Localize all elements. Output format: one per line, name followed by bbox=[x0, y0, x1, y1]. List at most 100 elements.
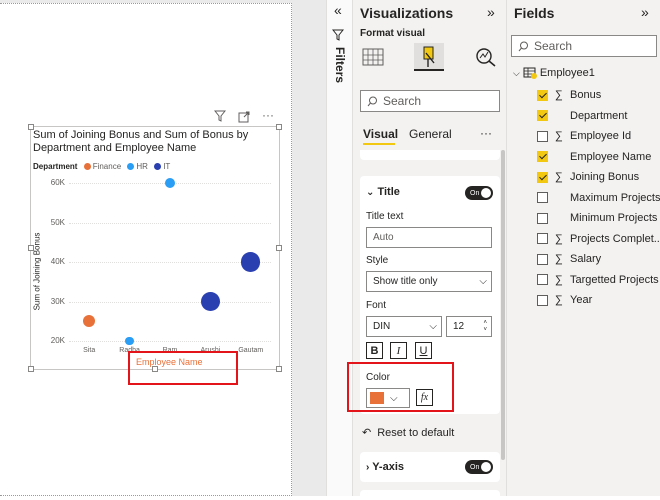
field-item[interactable]: Employee Name bbox=[537, 148, 651, 166]
chevron-down-icon: ⌵ bbox=[513, 67, 520, 78]
title-toggle[interactable]: On bbox=[465, 186, 493, 200]
chevron-right-icon[interactable]: » bbox=[487, 4, 495, 20]
resize-handle[interactable] bbox=[28, 245, 34, 251]
filter-icon[interactable] bbox=[213, 110, 227, 125]
field-label: Projects Complet... bbox=[570, 232, 660, 245]
field-checkbox[interactable] bbox=[537, 110, 548, 121]
title-toggle-label: On bbox=[470, 189, 480, 197]
font-size-value: 12 bbox=[453, 321, 465, 332]
field-checkbox[interactable] bbox=[537, 212, 548, 224]
previous-card bbox=[360, 150, 500, 160]
y-axis-section-header[interactable]: › Y-axis bbox=[366, 461, 404, 473]
table-node-employee1[interactable]: ⌵ Employee1 bbox=[513, 67, 595, 79]
search-icon bbox=[518, 41, 528, 51]
fields-pane: Fields » Search ⌵ Employee1 ∑ Bonus Depart… bbox=[506, 0, 660, 496]
scatter-chart-visual[interactable]: Sum of Joining Bonus and Sum of Bonus by… bbox=[28, 124, 282, 372]
reset-to-default-button[interactable]: ↶ Reset to default bbox=[362, 426, 455, 440]
x-tick-label: Gautam bbox=[238, 347, 264, 354]
data-point-hr-ram[interactable] bbox=[164, 177, 176, 189]
field-item[interactable]: ∑ Targetted Projects bbox=[537, 271, 659, 289]
data-point-it-arushi[interactable] bbox=[200, 291, 220, 312]
underline-button[interactable]: U bbox=[415, 342, 432, 359]
field-item[interactable]: Maximum Projects bbox=[537, 189, 660, 207]
field-item[interactable]: ∑ Bonus bbox=[537, 86, 601, 104]
field-checkbox[interactable] bbox=[537, 89, 548, 101]
chevron-down-icon: ⌵ bbox=[479, 276, 487, 287]
font-label: Font bbox=[366, 300, 387, 311]
field-item[interactable]: ∑ Joining Bonus bbox=[537, 168, 639, 186]
field-checkbox[interactable] bbox=[537, 130, 548, 142]
field-item[interactable]: Department bbox=[537, 107, 627, 125]
field-label: Employee Id bbox=[570, 130, 632, 142]
reset-label: Reset to default bbox=[377, 426, 455, 439]
title-text-input[interactable]: Auto bbox=[366, 227, 492, 248]
data-point-finance-sita[interactable] bbox=[83, 315, 96, 328]
field-checkbox[interactable] bbox=[537, 294, 548, 306]
sigma-icon: ∑ bbox=[555, 294, 563, 306]
sigma-icon: ∑ bbox=[555, 130, 563, 142]
field-checkbox[interactable] bbox=[537, 151, 548, 162]
more-options-icon[interactable]: ··· bbox=[480, 126, 492, 140]
tab-visual[interactable]: Visual bbox=[363, 127, 398, 141]
field-checkbox[interactable] bbox=[537, 192, 548, 203]
table-name: Employee1 bbox=[539, 67, 595, 79]
format-visual-tab[interactable] bbox=[414, 43, 444, 71]
field-checkbox[interactable] bbox=[537, 233, 548, 244]
sigma-icon: ∑ bbox=[555, 253, 563, 265]
field-item[interactable]: Minimum Projects bbox=[537, 209, 657, 227]
sigma-icon: ∑ bbox=[555, 89, 563, 101]
field-checkbox[interactable] bbox=[537, 253, 548, 265]
gridline bbox=[69, 341, 271, 342]
font-size-stepper[interactable]: 12 ˄ ˅ bbox=[446, 316, 492, 337]
stepper-arrows-icon[interactable]: ˄ ˅ bbox=[483, 320, 487, 334]
highlight-box-color bbox=[347, 362, 454, 412]
analytics-icon[interactable] bbox=[475, 47, 497, 72]
x-tick-label: Sita bbox=[83, 347, 96, 354]
search-icon bbox=[367, 96, 377, 106]
filters-label[interactable]: Filters bbox=[333, 47, 347, 83]
y-tick-label: 40K bbox=[50, 257, 65, 266]
scrollbar[interactable] bbox=[501, 150, 505, 460]
field-item[interactable]: ∑ Employee Id bbox=[537, 127, 631, 145]
field-checkbox[interactable] bbox=[537, 171, 548, 183]
data-point-hr-radha[interactable] bbox=[125, 336, 134, 346]
viz-search-placeholder: Search bbox=[383, 94, 422, 108]
style-select[interactable]: Show title only ⌵ bbox=[366, 271, 492, 292]
field-label: Bonus bbox=[570, 89, 602, 101]
chevron-right-icon[interactable]: » bbox=[641, 4, 649, 20]
filters-pane-collapsed[interactable]: « Filters bbox=[326, 0, 352, 496]
italic-button[interactable]: I bbox=[390, 342, 407, 359]
field-label: Targetted Projects bbox=[570, 273, 659, 286]
field-item[interactable]: ∑ Salary bbox=[537, 250, 601, 268]
field-label: Employee Name bbox=[570, 150, 652, 163]
y-axis-toggle[interactable]: On bbox=[465, 460, 493, 474]
resize-handle[interactable] bbox=[28, 124, 34, 130]
gridline bbox=[69, 301, 271, 303]
fields-search-input[interactable]: Search bbox=[511, 35, 657, 57]
field-label: Department bbox=[570, 109, 628, 122]
resize-handle[interactable] bbox=[276, 245, 282, 251]
field-checkbox[interactable] bbox=[537, 274, 548, 285]
y-tick-label: 20K bbox=[50, 336, 65, 345]
paint-roller-icon bbox=[423, 46, 435, 67]
viz-search-input[interactable]: Search bbox=[360, 90, 500, 112]
tab-general[interactable]: General bbox=[409, 127, 452, 141]
field-item[interactable]: ∑ Projects Complet... bbox=[537, 230, 660, 248]
field-item[interactable]: ∑ Year bbox=[537, 291, 592, 309]
font-family-value: DIN bbox=[373, 321, 391, 332]
build-visual-icon[interactable] bbox=[362, 47, 384, 72]
more-options-icon[interactable]: ··· bbox=[262, 108, 274, 122]
bold-button[interactable]: B bbox=[366, 342, 383, 359]
resize-handle[interactable] bbox=[28, 366, 34, 372]
resize-handle[interactable] bbox=[276, 366, 282, 372]
sigma-icon: ∑ bbox=[555, 273, 563, 286]
resize-handle[interactable] bbox=[276, 124, 282, 130]
data-point-it-gautam[interactable] bbox=[241, 252, 261, 272]
chevron-left-icon[interactable]: « bbox=[334, 2, 342, 18]
title-section-header[interactable]: ⌄ Title bbox=[366, 186, 400, 198]
y-tick-label: 30K bbox=[50, 296, 65, 306]
font-family-select[interactable]: DIN ⌵ bbox=[366, 316, 442, 337]
tab-visual-underline bbox=[363, 143, 395, 145]
y-axis-format-card: › Y-axis On bbox=[360, 452, 500, 482]
field-label: Minimum Projects bbox=[570, 212, 658, 224]
